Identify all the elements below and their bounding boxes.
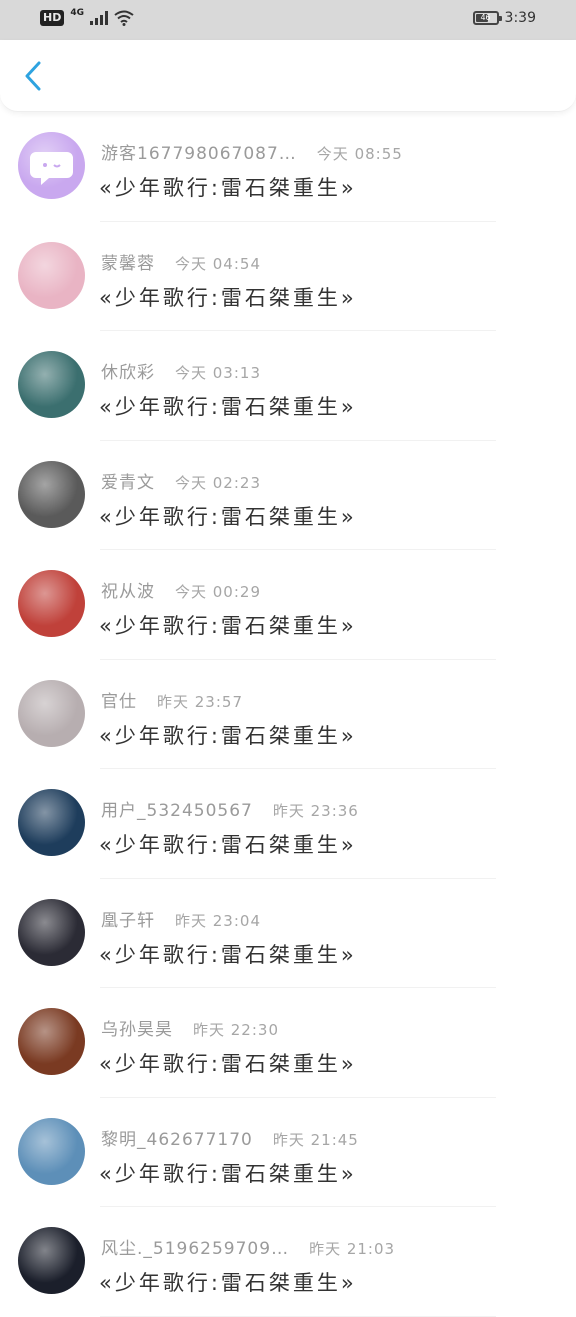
comment-time: 昨天 21:03 — [309, 1240, 396, 1258]
comment-time: 今天 08:55 — [316, 145, 403, 163]
book-title[interactable]: «少年歌行:雷石桀重生» — [99, 1158, 357, 1188]
user-name[interactable]: 乌孙昊昊 — [101, 1020, 173, 1040]
user-name[interactable]: 风尘._5196259709… — [101, 1239, 289, 1259]
avatar[interactable] — [18, 570, 85, 637]
book-title[interactable]: «少年歌行:雷石桀重生» — [99, 939, 357, 969]
comment-meta: 官仕 昨天 23:57 — [101, 687, 243, 712]
comment-meta: 祝从波 今天 00:29 — [101, 577, 261, 602]
book-title[interactable]: «少年歌行:雷石桀重生» — [99, 1267, 357, 1297]
battery-level: 46 — [480, 13, 491, 22]
status-bar: HD 4G 46 3:39 — [0, 0, 576, 40]
list-item[interactable]: 游客167798067087… 今天 08:55 «少年歌行:雷石桀重生» — [0, 112, 576, 222]
comment-time: 昨天 23:04 — [175, 911, 261, 930]
list-item[interactable]: 风尘._5196259709… 昨天 21:03 «少年歌行:雷石桀重生» — [0, 1207, 576, 1317]
book-title[interactable]: «少年歌行:雷石桀重生» — [99, 1048, 357, 1078]
avatar[interactable] — [18, 1227, 85, 1294]
comment-list: 游客167798067087… 今天 08:55 «少年歌行:雷石桀重生» 蒙馨蓉 今天… — [0, 112, 576, 1317]
user-name[interactable]: 蒙馨蓉 — [101, 254, 155, 274]
list-item[interactable]: 黎明_462677170 昨天 21:45 «少年歌行:雷石桀重生» — [0, 1098, 576, 1207]
book-title[interactable]: «少年歌行:雷石桀重生» — [99, 282, 357, 312]
avatar[interactable] — [18, 789, 85, 856]
divider — [100, 1315, 496, 1317]
comment-time: 今天 00:29 — [175, 583, 261, 601]
avatar[interactable] — [18, 132, 85, 199]
book-title[interactable]: «少年歌行:雷石桀重生» — [99, 501, 357, 531]
list-item[interactable]: 休欣彩 今天 03:13 «少年歌行:雷石桀重生» — [0, 331, 576, 441]
comment-meta: 蒙馨蓉 今天 04:54 — [101, 249, 261, 274]
list-item[interactable]: 官仕 昨天 23:57 «少年歌行:雷石桀重生» — [0, 660, 576, 769]
status-clock: 3:39 — [504, 10, 536, 26]
comment-meta: 用户_532450567 昨天 23:36 — [101, 796, 359, 821]
avatar[interactable] — [18, 460, 85, 528]
list-item[interactable]: 蒙馨蓉 今天 04:54 «少年歌行:雷石桀重生» — [0, 222, 576, 331]
list-item[interactable]: 用户_532450567 昨天 23:36 «少年歌行:雷石桀重生» — [0, 769, 576, 879]
comment-time: 昨天 21:45 — [272, 1130, 359, 1149]
list-item[interactable]: 爱青文 今天 02:23 «少年歌行:雷石桀重生» — [0, 441, 576, 550]
comment-meta: 凰子轩 昨天 23:04 — [101, 906, 261, 931]
comment-time: 今天 02:23 — [175, 473, 261, 492]
comment-time: 昨天 22:30 — [193, 1021, 279, 1039]
avatar[interactable] — [18, 898, 85, 966]
avatar[interactable] — [18, 351, 85, 418]
comment-meta: 黎明_462677170 昨天 21:45 — [101, 1125, 359, 1150]
book-title[interactable]: «少年歌行:雷石桀重生» — [99, 829, 357, 859]
list-item[interactable]: 凰子轩 昨天 23:04 «少年歌行:雷石桀重生» — [0, 879, 576, 988]
user-name[interactable]: 凰子轩 — [101, 911, 155, 931]
user-name[interactable]: 祝从波 — [101, 582, 155, 602]
comment-meta: 乌孙昊昊 昨天 22:30 — [101, 1015, 279, 1040]
book-title[interactable]: «少年歌行:雷石桀重生» — [99, 610, 357, 640]
back-button[interactable] — [18, 58, 48, 94]
user-name[interactable]: 游客167798067087… — [101, 144, 297, 164]
avatar[interactable] — [18, 1008, 85, 1075]
avatar[interactable] — [18, 241, 85, 309]
list-item[interactable]: 乌孙昊昊 昨天 22:30 «少年歌行:雷石桀重生» — [0, 988, 576, 1098]
avatar[interactable] — [18, 679, 85, 747]
user-name[interactable]: 官仕 — [101, 692, 137, 712]
chat-bubble-icon — [30, 152, 73, 185]
user-name[interactable]: 休欣彩 — [101, 363, 155, 383]
network-type: 4G — [70, 8, 84, 18]
avatar[interactable] — [18, 1117, 85, 1185]
comment-meta: 爱青文 今天 02:23 — [101, 468, 261, 493]
nav-bar — [0, 40, 576, 112]
comment-meta: 风尘._5196259709… 昨天 21:03 — [101, 1234, 395, 1259]
signal-icon — [90, 11, 108, 25]
user-name[interactable]: 爱青文 — [101, 473, 155, 493]
wifi-icon — [114, 10, 134, 26]
status-left: HD 4G — [40, 8, 134, 26]
comment-time: 今天 03:13 — [175, 364, 261, 382]
comment-meta: 休欣彩 今天 03:13 — [101, 358, 261, 383]
comment-time: 今天 04:54 — [175, 254, 261, 273]
chevron-left-icon — [25, 61, 41, 91]
list-item[interactable]: 祝从波 今天 00:29 «少年歌行:雷石桀重生» — [0, 550, 576, 660]
user-name[interactable]: 黎明_462677170 — [101, 1130, 253, 1150]
comment-meta: 游客167798067087… 今天 08:55 — [101, 139, 403, 164]
book-title[interactable]: «少年歌行:雷石桀重生» — [99, 720, 357, 750]
comment-time: 昨天 23:36 — [272, 802, 359, 820]
status-right: 46 3:39 — [472, 10, 536, 26]
book-title[interactable]: «少年歌行:雷石桀重生» — [99, 391, 357, 421]
user-name[interactable]: 用户_532450567 — [101, 801, 253, 821]
hd-indicator: HD — [40, 10, 65, 26]
book-title[interactable]: «少年歌行:雷石桀重生» — [99, 172, 357, 202]
battery-icon: 46 — [472, 11, 502, 25]
comment-time: 昨天 23:57 — [157, 692, 243, 711]
